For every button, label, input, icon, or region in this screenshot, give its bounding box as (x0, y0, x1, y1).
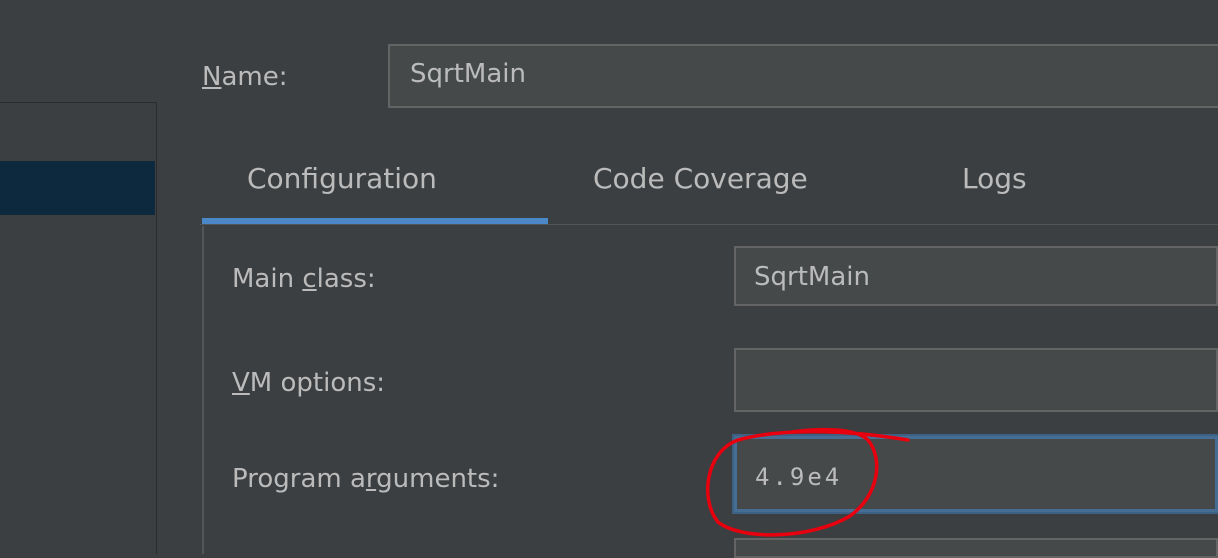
name-label: Name: (202, 62, 287, 92)
tree-selected-item[interactable] (0, 161, 155, 215)
program-arguments-label-prefix: Program a (232, 464, 366, 494)
tab-logs[interactable]: Logs (962, 162, 1027, 195)
vm-options-label: VM options: (232, 368, 385, 398)
tabs-divider (200, 224, 1218, 225)
name-input[interactable]: SqrtMain (388, 44, 1218, 108)
vm-options-label-suffix: M options: (249, 368, 386, 398)
vm-options-input[interactable] (734, 348, 1218, 412)
tab-configuration[interactable]: Configuration (247, 162, 437, 195)
main-class-input[interactable]: SqrtMain (734, 246, 1218, 306)
tab-code-coverage[interactable]: Code Coverage (593, 162, 808, 195)
name-mnemonic: N (202, 62, 222, 92)
name-label-text: ame: (221, 62, 288, 92)
program-arguments-label: Program arguments: (232, 464, 499, 494)
program-arguments-mnemonic: r (365, 464, 377, 494)
main-class-label: Main class: (232, 264, 376, 294)
left-config-tree (0, 102, 157, 554)
vm-options-mnemonic: V (232, 368, 250, 398)
tabs-bar: Configuration Code Coverage Logs (200, 140, 1218, 226)
main-class-label-prefix: Main (232, 264, 303, 294)
program-arguments-label-suffix: guments: (376, 464, 500, 494)
program-arguments-input[interactable]: 4.9e4 (734, 436, 1218, 512)
main-class-mnemonic: c (302, 264, 317, 294)
main-class-label-suffix: lass: (316, 264, 376, 294)
next-field-input[interactable] (734, 538, 1218, 558)
